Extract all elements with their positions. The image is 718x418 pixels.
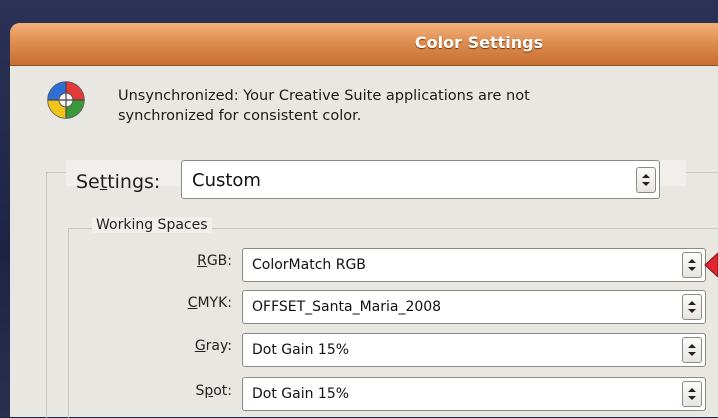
sync-message: Unsynchronized: Your Creative Suite appl…: [118, 86, 530, 126]
rgb-label-rest: GB:: [206, 253, 232, 269]
spot-select-value: Dot Gain 15%: [252, 386, 350, 402]
cmyk-select[interactable]: OFFSET_Santa_Maria_2008: [242, 290, 706, 324]
spot-label-mnemonic: p: [204, 383, 214, 399]
gray-select[interactable]: Dot Gain 15%: [242, 333, 706, 367]
color-sync-icon: [47, 81, 85, 119]
settings-label-post: tings:: [107, 171, 161, 193]
spot-label: Spot:: [152, 383, 232, 399]
rgb-select-value: ColorMatch RGB: [252, 257, 366, 273]
gray-select-value: Dot Gain 15%: [252, 342, 350, 358]
spot-label-rest: ot:: [213, 383, 232, 399]
working-spaces-title: Working Spaces: [92, 217, 212, 233]
spot-select-arrows-icon[interactable]: [682, 381, 702, 407]
settings-label-pre: Se: [76, 171, 100, 193]
settings-select-arrows-icon[interactable]: [636, 166, 656, 193]
rgb-select-arrows-icon[interactable]: [682, 252, 702, 278]
gray-select-arrows-icon[interactable]: [682, 337, 702, 363]
rgb-label: RGB:: [152, 253, 232, 269]
sync-message-line-2: synchronized for consistent color.: [118, 108, 362, 124]
cmyk-label-mnemonic: C: [187, 295, 198, 311]
settings-select-value: Custom: [192, 170, 261, 191]
cmyk-label-rest: MYK:: [197, 295, 232, 311]
rgb-select[interactable]: ColorMatch RGB: [242, 248, 706, 282]
settings-select[interactable]: Custom: [181, 160, 660, 199]
gray-label-mnemonic: G: [194, 338, 206, 354]
settings-label: Settings:: [76, 171, 160, 193]
cmyk-select-arrows-icon[interactable]: [682, 294, 702, 320]
gray-label-rest: ray:: [205, 338, 232, 354]
rgb-label-mnemonic: R: [197, 253, 207, 269]
dialog-title: Color Settings: [414, 33, 544, 52]
cmyk-label: CMYK:: [152, 295, 232, 311]
spot-label-pre: S: [195, 383, 205, 399]
cmyk-select-value: OFFSET_Santa_Maria_2008: [252, 299, 442, 315]
red-pointer-icon: [704, 252, 718, 278]
sync-message-line-1: Unsynchronized: Your Creative Suite appl…: [118, 88, 530, 104]
gray-label: Gray:: [152, 338, 232, 354]
title-bar[interactable]: Color Settings: [10, 23, 718, 66]
spot-select[interactable]: Dot Gain 15%: [242, 377, 706, 411]
